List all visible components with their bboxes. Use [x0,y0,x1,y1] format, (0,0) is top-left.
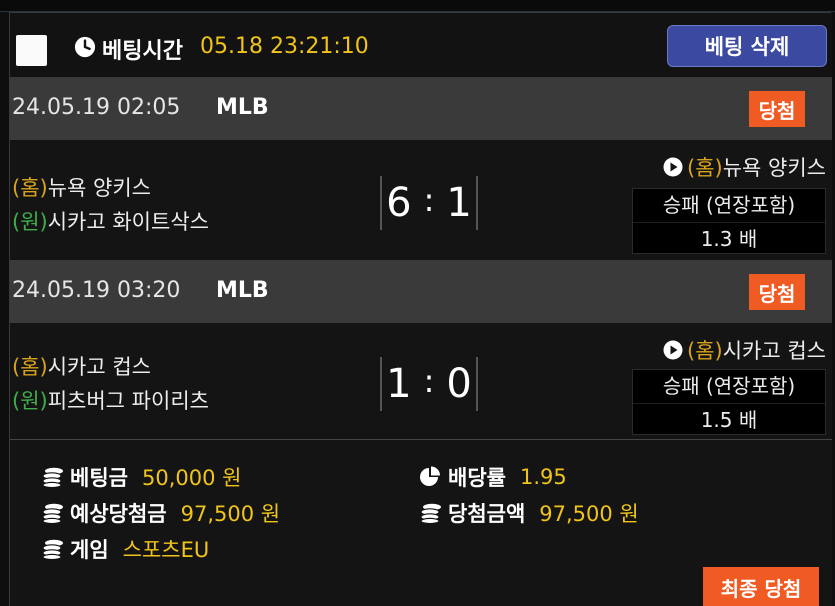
game-type-value: 스포츠EU [122,538,210,562]
away-score: 0 [446,361,472,407]
away-team-name: 시카고 화이트삭스 [47,210,209,234]
bet-amount-label: 베팅금 [70,466,128,490]
odds-box: 승패 (연장포함) 1.5 배 [632,369,826,435]
game-datetime: 24.05.19 03:20 [12,278,181,303]
market-label: 승패 (연장포함) [662,193,796,217]
away-team: (원)피츠버그 파이리츠 [12,385,209,415]
odds-rate: 배당률 1.95 [418,462,567,492]
win-amount-label: 당첨금액 [448,502,526,526]
coins-icon [420,503,441,524]
home-team: (홈)시카고 컵스 [12,351,151,381]
coins-icon [42,503,63,524]
home-tag: (홈) [12,355,48,379]
final-win-button[interactable]: 최종 당첨 [703,567,819,606]
odds-value: 1.5 배 [633,403,825,436]
bet-time-value: 05.18 23:21:10 [200,34,369,59]
game-header: 24.05.19 03:20 MLB 당첨 [10,260,832,323]
coins-icon [42,539,63,560]
odds-rate-value: 1.95 [519,465,567,489]
win-amount: 당첨금액 97,500 원 [418,498,639,528]
game-row: (홈)시카고 컵스 (원)피츠버그 파이리츠 1:0 (홈) 시카고 컵스 승패… [10,323,832,439]
home-team: (홈)뉴욕 양키스 [12,172,151,202]
home-team-name: 뉴욕 양키스 [47,176,151,200]
bet-amount-value: 50,000 원 [141,466,242,490]
game-league: MLB [216,278,269,303]
game-type: 게임 스포츠EU [40,534,209,564]
bet-summary: 베팅금 50,000 원 예상당첨금 97,500 원 게임 스포츠EU 배당률… [10,439,832,606]
game-header: 24.05.19 02:05 MLB 당첨 [10,77,832,140]
away-score: 1 [446,180,472,226]
pick-tag: (홈) [687,156,723,180]
score: 1:0 [380,357,478,411]
clock-icon [74,36,96,58]
market-label: 승패 (연장포함) [662,374,796,398]
bet-slip-card: 베팅시간 05.18 23:21:10 베팅 삭제 24.05.19 02:05… [9,12,832,606]
odds-rate-label: 배당률 [448,466,506,490]
pick-team: 시카고 컵스 [722,339,826,363]
select-checkbox[interactable] [16,35,47,66]
selected-pick: (홈) 시카고 컵스 [663,335,826,365]
top-strip [0,0,835,12]
win-amount-value: 97,500 원 [539,502,639,526]
odds-value: 1.3 배 [633,222,825,255]
delete-bet-button[interactable]: 베팅 삭제 [667,25,827,67]
result-badge: 당첨 [749,274,805,310]
result-badge: 당첨 [749,91,805,127]
pie-chart-icon [420,466,440,486]
away-tag: (원) [12,210,48,234]
home-score: 6 [386,180,412,226]
home-tag: (홈) [12,176,48,200]
expected-win: 예상당첨금 97,500 원 [40,498,280,528]
game-datetime: 24.05.19 02:05 [12,95,181,120]
game-league: MLB [216,95,269,120]
home-score: 1 [386,361,412,407]
play-icon [663,157,683,177]
coins-icon [42,467,63,488]
score: 6:1 [380,176,478,230]
pick-tag: (홈) [687,339,723,363]
bet-time-label: 베팅시간 [102,39,183,64]
odds-box: 승패 (연장포함) 1.3 배 [632,188,826,254]
game-row: (홈)뉴욕 양키스 (원)시카고 화이트삭스 6:1 (홈) 뉴욕 양키스 승패 … [10,140,832,260]
bet-amount: 베팅금 50,000 원 [40,462,241,492]
pick-team: 뉴욕 양키스 [722,156,826,180]
away-team: (원)시카고 화이트삭스 [12,206,209,236]
expected-win-value: 97,500 원 [180,502,281,526]
expected-win-label: 예상당첨금 [70,502,167,526]
selected-pick: (홈) 뉴욕 양키스 [663,152,826,182]
home-team-name: 시카고 컵스 [47,355,151,379]
away-tag: (원) [12,389,48,413]
play-icon [663,340,683,360]
game-type-label: 게임 [70,538,109,562]
away-team-name: 피츠버그 파이리츠 [47,389,209,413]
bet-slip-header: 베팅시간 05.18 23:21:10 베팅 삭제 [10,13,832,77]
